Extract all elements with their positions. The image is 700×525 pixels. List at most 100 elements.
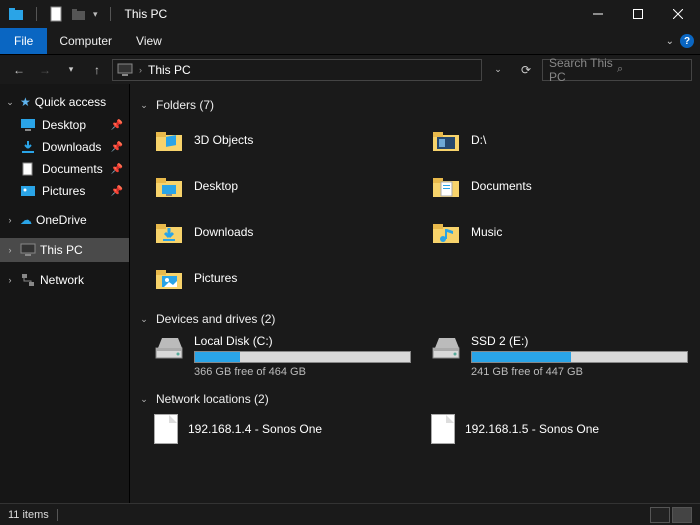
help-icon[interactable]: ?	[680, 34, 694, 48]
refresh-button[interactable]: ⟳	[514, 59, 538, 81]
folder-icon	[154, 173, 184, 199]
sidebar-item-desktop[interactable]: Desktop📌	[0, 114, 129, 136]
folder-icon	[154, 219, 184, 245]
sidebar-this-pc[interactable]: › This PC	[0, 238, 129, 262]
sidebar-item-pictures[interactable]: Pictures📌	[0, 180, 129, 202]
folders-group-header[interactable]: ⌄ Folders (7)	[134, 98, 688, 112]
window-title: This PC	[125, 7, 168, 21]
address-path: This PC	[148, 63, 191, 77]
network-location-label: 192.168.1.5 - Sonos One	[465, 422, 599, 436]
this-pc-icon	[117, 63, 133, 77]
search-input[interactable]: Search This PC ⌕	[542, 59, 692, 81]
drive-icon	[154, 334, 184, 362]
netloc-group-header[interactable]: ⌄ Network locations (2)	[134, 392, 688, 406]
quick-access-toolbar: ▾	[2, 6, 117, 22]
chevron-down-icon[interactable]: ⌄	[138, 100, 150, 111]
new-folder-icon[interactable]	[71, 6, 87, 22]
folder-label: Downloads	[194, 225, 253, 239]
documents-icon	[20, 162, 36, 176]
pictures-icon	[20, 184, 36, 198]
chevron-right-icon[interactable]: ›	[4, 245, 16, 255]
sidebar-item-downloads[interactable]: Downloads📌	[0, 136, 129, 158]
chevron-right-icon[interactable]: ›	[4, 215, 16, 225]
folder-label: Desktop	[194, 179, 238, 193]
folder-icon	[154, 265, 184, 291]
folder-icon	[154, 127, 184, 153]
network-icon	[20, 273, 36, 287]
folder-item[interactable]: 3D Objects	[154, 120, 411, 160]
folder-label: 3D Objects	[194, 133, 253, 147]
up-button[interactable]: ↑	[86, 59, 108, 81]
drive-free-text: 366 GB free of 464 GB	[194, 366, 411, 378]
sidebar-onedrive[interactable]: › ☁ OneDrive	[0, 208, 129, 232]
drive-capacity-bar	[471, 351, 688, 363]
ribbon-expand-icon[interactable]: ⌄	[666, 36, 674, 47]
qat-dropdown-icon[interactable]: ▾	[93, 9, 98, 20]
back-button[interactable]: ←	[8, 59, 30, 81]
window-controls	[578, 0, 698, 28]
sidebar-item-documents[interactable]: Documents📌	[0, 158, 129, 180]
ribbon-tabs: File Computer View ⌄ ?	[0, 28, 700, 54]
folder-label: Pictures	[194, 271, 237, 285]
network-location-item[interactable]: 192.168.1.5 - Sonos One	[431, 414, 688, 444]
chevron-down-icon[interactable]: ⌄	[138, 314, 150, 325]
folder-item[interactable]: Music	[431, 212, 688, 252]
navigation-pane: ⌄ ★ Quick access Desktop📌 Downloads📌 Doc…	[0, 84, 130, 503]
star-icon: ★	[20, 95, 31, 109]
drive-item[interactable]: SSD 2 (E:) 241 GB free of 447 GB	[431, 334, 688, 378]
forward-button[interactable]: →	[34, 59, 56, 81]
folder-item[interactable]: Documents	[431, 166, 688, 206]
maximize-button[interactable]	[618, 0, 658, 28]
cloud-icon: ☁	[20, 213, 32, 227]
folder-label: Documents	[471, 179, 532, 193]
drive-capacity-bar	[194, 351, 411, 363]
downloads-icon	[20, 140, 36, 154]
search-icon: ⌕	[617, 63, 685, 76]
drive-name: SSD 2 (E:)	[471, 334, 688, 348]
view-tab[interactable]: View	[124, 28, 174, 54]
folder-item[interactable]: Pictures	[154, 258, 411, 298]
desktop-icon	[20, 118, 36, 132]
history-dropdown-icon[interactable]: ⌄	[486, 59, 510, 81]
sidebar-quick-access[interactable]: ⌄ ★ Quick access	[0, 90, 129, 114]
drive-icon	[431, 334, 461, 362]
pin-icon: 📌	[111, 120, 123, 131]
details-view-button[interactable]	[650, 507, 670, 523]
drive-item[interactable]: Local Disk (C:) 366 GB free of 464 GB	[154, 334, 411, 378]
folder-item[interactable]: Desktop	[154, 166, 411, 206]
folder-icon	[431, 219, 461, 245]
close-button[interactable]	[658, 0, 698, 28]
tiles-view-button[interactable]	[672, 507, 692, 523]
recent-locations-icon[interactable]: ▾	[60, 59, 82, 81]
pin-icon: 📌	[111, 164, 123, 175]
minimize-button[interactable]	[578, 0, 618, 28]
file-icon	[154, 414, 178, 444]
content-pane: ⌄ Folders (7) 3D Objects D:\ Desktop Docume…	[130, 84, 700, 503]
folder-item[interactable]: Downloads	[154, 212, 411, 252]
search-placeholder: Search This PC	[549, 56, 617, 84]
pin-icon: 📌	[111, 186, 123, 197]
sidebar-network[interactable]: › Network	[0, 268, 129, 292]
computer-tab[interactable]: Computer	[47, 28, 124, 54]
folder-item[interactable]: D:\	[431, 120, 688, 160]
title-bar: ▾ This PC	[0, 0, 700, 28]
navigation-bar: ← → ▾ ↑ › This PC ⌄ ⟳ Search This PC ⌕	[0, 54, 700, 84]
drive-name: Local Disk (C:)	[194, 334, 411, 348]
app-icon	[8, 6, 24, 22]
status-bar: 11 items	[0, 503, 700, 525]
item-count: 11 items	[8, 509, 49, 521]
drives-group-header[interactable]: ⌄ Devices and drives (2)	[134, 312, 688, 326]
file-tab[interactable]: File	[0, 28, 47, 54]
drive-free-text: 241 GB free of 447 GB	[471, 366, 688, 378]
folder-label: D:\	[471, 133, 486, 147]
chevron-right-icon[interactable]: ›	[139, 65, 142, 75]
address-bar[interactable]: › This PC	[112, 59, 482, 81]
properties-icon[interactable]	[49, 6, 65, 22]
chevron-right-icon[interactable]: ›	[4, 275, 16, 285]
chevron-down-icon[interactable]: ⌄	[138, 394, 150, 405]
pin-icon: 📌	[111, 142, 123, 153]
file-icon	[431, 414, 455, 444]
chevron-down-icon[interactable]: ⌄	[4, 97, 16, 108]
network-location-item[interactable]: 192.168.1.4 - Sonos One	[154, 414, 411, 444]
folder-label: Music	[471, 225, 502, 239]
